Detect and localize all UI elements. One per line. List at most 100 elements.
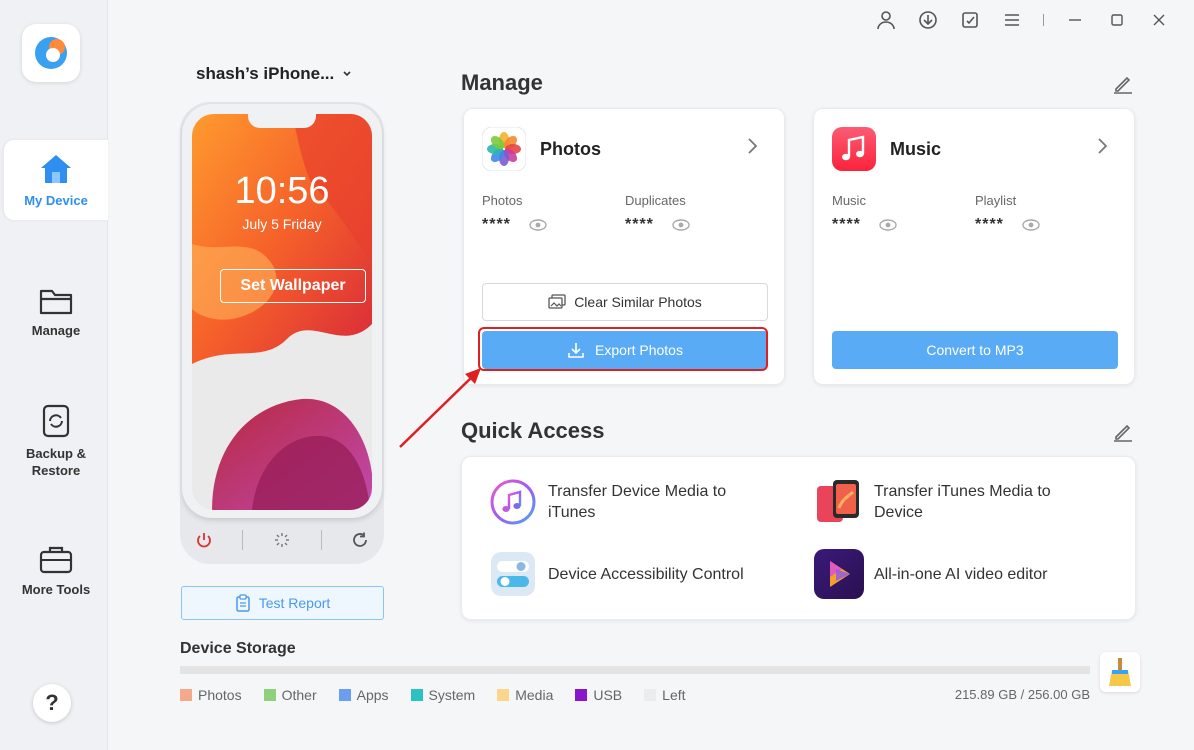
stat-value: **** bbox=[625, 216, 654, 233]
storage-bar bbox=[180, 666, 1090, 674]
quick-access-title: Quick Access bbox=[461, 418, 605, 443]
storage-total: 215.89 GB / 256.00 GB bbox=[954, 687, 1090, 702]
folder-icon bbox=[39, 289, 73, 314]
legend-label: Media bbox=[515, 687, 554, 703]
eye-icon[interactable] bbox=[529, 219, 547, 231]
chevron-right-icon[interactable] bbox=[746, 137, 758, 160]
lockscreen-time: 10:56 bbox=[234, 170, 330, 212]
qa-label: Transfer iTunes Media to Device bbox=[874, 483, 1051, 521]
test-report-button[interactable]: Test Report bbox=[181, 586, 384, 620]
refresh-icon[interactable] bbox=[351, 531, 369, 549]
stat-value: **** bbox=[832, 216, 861, 233]
photos-card-title: Photos bbox=[540, 138, 601, 159]
qa-label: Device Accessibility Control bbox=[548, 565, 744, 583]
backup-icon bbox=[42, 404, 70, 438]
device-selector[interactable]: shash’s iPhone... bbox=[196, 64, 352, 84]
photos-card-header[interactable]: Photos bbox=[482, 127, 601, 171]
sidebar-item-manage[interactable]: Manage bbox=[4, 272, 108, 352]
stat-label: Duplicates bbox=[625, 193, 686, 208]
qa-transfer-device-to-itunes[interactable]: Transfer Device Media to iTunes bbox=[488, 477, 758, 527]
convert-mp3-label: Convert to MP3 bbox=[926, 342, 1024, 358]
eye-icon[interactable] bbox=[879, 219, 897, 231]
power-icon[interactable] bbox=[195, 531, 213, 549]
close-icon[interactable] bbox=[1138, 8, 1180, 32]
stat-value: **** bbox=[975, 216, 1004, 233]
download-icon[interactable] bbox=[907, 8, 949, 32]
music-app-icon bbox=[832, 127, 876, 171]
help-button[interactable]: ? bbox=[33, 684, 71, 722]
feedback-icon[interactable] bbox=[949, 8, 991, 32]
images-icon bbox=[548, 294, 566, 309]
playlist-count-stat: Playlist **** bbox=[975, 193, 1040, 234]
legend-label: Left bbox=[662, 687, 686, 703]
sidebar-item-backup-restore[interactable]: Backup & Restore bbox=[4, 396, 108, 486]
sidebar-item-label: My Device bbox=[24, 192, 88, 208]
loading-icon[interactable] bbox=[273, 531, 291, 549]
stat-value: **** bbox=[482, 216, 511, 233]
broom-icon[interactable] bbox=[1100, 652, 1140, 692]
edit-quick-access-icon[interactable] bbox=[1112, 420, 1134, 447]
sidebar-item-label: Manage bbox=[31, 322, 81, 338]
eye-icon[interactable] bbox=[672, 219, 690, 231]
controls-divider bbox=[320, 530, 322, 550]
stat-label: Playlist bbox=[975, 193, 1017, 208]
storage-legend: Photos Other Apps System Media USB Left bbox=[180, 687, 686, 703]
edit-manage-icon[interactable] bbox=[1112, 72, 1134, 99]
eye-icon[interactable] bbox=[1022, 219, 1040, 231]
maximize-icon[interactable] bbox=[1096, 8, 1138, 32]
device-controls bbox=[180, 522, 384, 558]
legend-label: Apps bbox=[356, 687, 389, 703]
clear-similar-photos-button[interactable]: Clear Similar Photos bbox=[482, 283, 768, 321]
photos-app-icon bbox=[482, 127, 526, 171]
legend-label: System bbox=[428, 687, 476, 703]
music-card-header[interactable]: Music bbox=[832, 127, 941, 171]
stat-label: Music bbox=[832, 193, 866, 208]
music-card: Music Music **** Playlist **** Convert t… bbox=[813, 108, 1135, 385]
lockscreen-date: July 5 Friday bbox=[242, 216, 322, 232]
legend-item-apps: Apps bbox=[338, 687, 389, 703]
menu-icon[interactable] bbox=[991, 8, 1033, 32]
legend-swatch bbox=[263, 689, 276, 701]
device-name: shash’s iPhone... bbox=[196, 64, 335, 83]
phone-screen: 10:56 July 5 Friday Set Wallpaper bbox=[192, 114, 372, 510]
phone-notch bbox=[248, 114, 316, 128]
stat-label: Photos bbox=[482, 193, 523, 208]
legend-item-photos: Photos bbox=[180, 687, 242, 703]
qa-label: All-in-one AI video editor bbox=[874, 565, 1048, 583]
music-count-stat: Music **** bbox=[832, 193, 897, 234]
chevron-right-icon[interactable] bbox=[1096, 137, 1108, 160]
minimize-icon[interactable] bbox=[1054, 8, 1096, 32]
qa-ai-video-editor[interactable]: All-in-one AI video editor bbox=[814, 549, 1114, 599]
toolbar-divider bbox=[1043, 14, 1044, 26]
chevron-down-icon bbox=[343, 71, 351, 77]
manage-title: Manage bbox=[461, 70, 543, 95]
set-wallpaper-button[interactable]: Set Wallpaper bbox=[220, 269, 366, 303]
music-card-title: Music bbox=[890, 138, 942, 159]
clipboard-icon bbox=[235, 594, 250, 612]
sidebar-item-more-tools[interactable]: More Tools bbox=[4, 530, 108, 610]
sidebar-item-my-device[interactable]: My Device bbox=[4, 140, 108, 220]
sidebar: My Device Manage Backup & Restore More T… bbox=[0, 0, 108, 750]
sidebar-item-label: Backup & Restore bbox=[26, 446, 86, 478]
legend-item-left: Left bbox=[644, 687, 686, 703]
clear-similar-label: Clear Similar Photos bbox=[574, 294, 702, 310]
account-icon[interactable] bbox=[865, 8, 907, 32]
app-logo-icon bbox=[35, 37, 67, 69]
highlight-box bbox=[478, 327, 768, 371]
photos-count-stat: Photos **** bbox=[482, 193, 547, 234]
legend-swatch bbox=[410, 689, 423, 701]
legend-swatch bbox=[575, 689, 588, 701]
legend-label: Photos bbox=[198, 687, 242, 703]
qa-transfer-itunes-to-device[interactable]: Transfer iTunes Media to Device bbox=[814, 477, 1084, 527]
window-toolbar bbox=[865, 8, 1180, 32]
qa-device-accessibility-control[interactable]: Device Accessibility Control bbox=[488, 549, 788, 599]
sidebar-item-label: More Tools bbox=[21, 581, 91, 597]
legend-item-media: Media bbox=[497, 687, 553, 703]
legend-swatch bbox=[180, 689, 192, 701]
video-editor-icon bbox=[814, 549, 864, 599]
itunes-icon bbox=[488, 477, 538, 527]
convert-to-mp3-button[interactable]: Convert to MP3 bbox=[832, 331, 1118, 369]
app-logo bbox=[22, 24, 80, 82]
legend-label: USB bbox=[593, 687, 623, 703]
legend-swatch bbox=[644, 689, 657, 701]
